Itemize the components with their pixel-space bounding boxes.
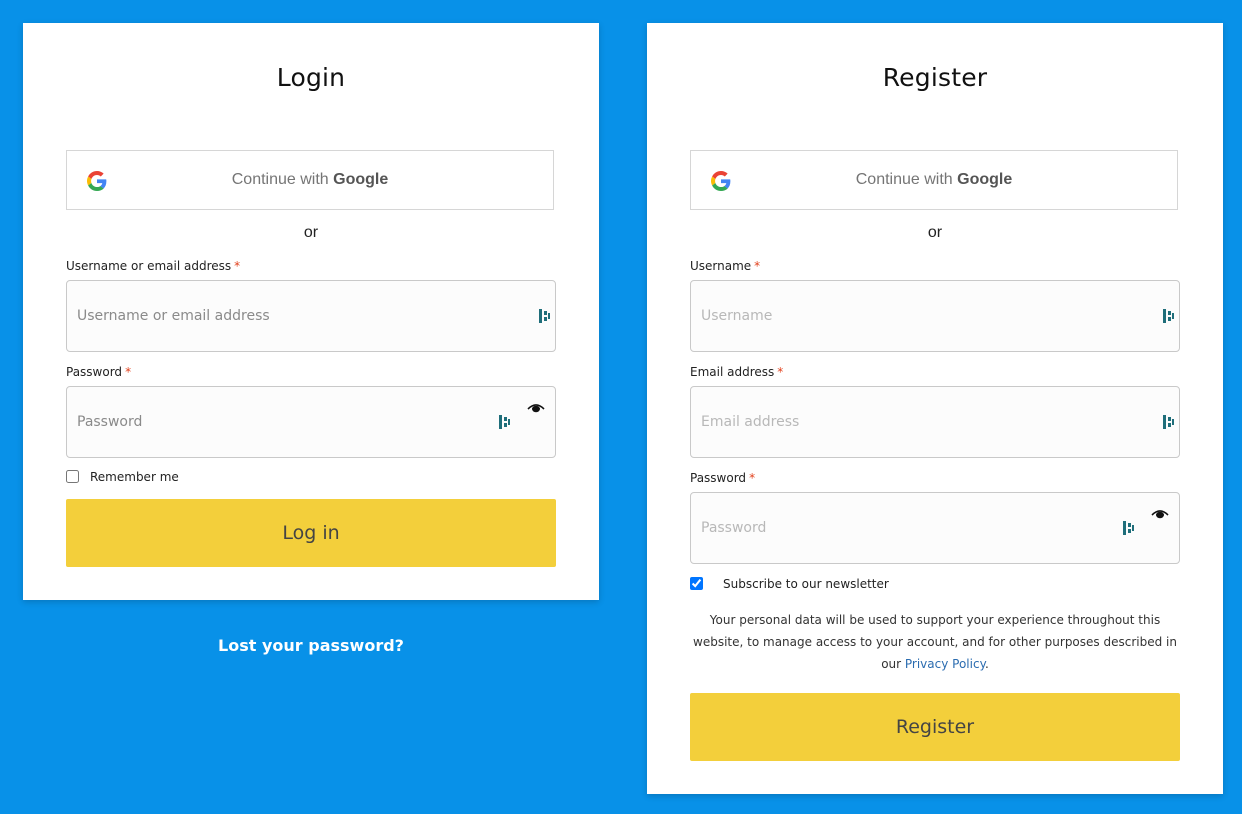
login-card: Login Continue with Google or Username o…: [23, 23, 599, 600]
register-password-input[interactable]: [691, 493, 1179, 563]
register-google-button[interactable]: Continue with Google: [690, 150, 1178, 210]
login-password-input[interactable]: [67, 387, 555, 457]
register-or-divider: or: [927, 224, 943, 241]
register-title: Register: [882, 63, 988, 92]
eye-icon[interactable]: [527, 403, 545, 415]
login-google-button[interactable]: Continue with Google: [66, 150, 554, 210]
keeper-password-manager-icon[interactable]: [539, 309, 551, 323]
login-password-field: [66, 386, 556, 458]
register-card: Register Continue with Google or Usernam…: [647, 23, 1223, 794]
register-password-field: [690, 492, 1180, 564]
login-username-field: [66, 280, 556, 352]
remember-me-checkbox[interactable]: [66, 470, 79, 483]
keeper-password-manager-icon[interactable]: [1123, 521, 1135, 535]
privacy-policy-link[interactable]: Privacy Policy: [905, 657, 985, 671]
login-google-button-label: Continue with Google: [231, 171, 389, 188]
login-username-label: Username or email address *: [66, 259, 241, 273]
privacy-notice: Your personal data will be used to suppo…: [690, 609, 1180, 675]
eye-icon[interactable]: [1151, 509, 1169, 521]
login-title: Login: [276, 63, 346, 92]
register-email-field: [690, 386, 1180, 458]
keeper-password-manager-icon[interactable]: [1163, 309, 1175, 323]
register-username-field: [690, 280, 1180, 352]
keeper-password-manager-icon[interactable]: [499, 415, 511, 429]
required-marker: *: [754, 259, 761, 273]
required-marker: *: [749, 471, 756, 485]
register-google-button-label: Continue with Google: [855, 171, 1013, 188]
register-button[interactable]: Register: [690, 693, 1180, 761]
login-button[interactable]: Log in: [66, 499, 556, 567]
privacy-notice-end: .: [984, 657, 989, 671]
login-username-input[interactable]: [67, 281, 555, 351]
login-or-divider: or: [303, 224, 319, 241]
register-password-label: Password *: [690, 471, 756, 485]
newsletter-label: Subscribe to our newsletter: [723, 577, 889, 591]
keeper-password-manager-icon[interactable]: [1163, 415, 1175, 429]
required-marker: *: [234, 259, 241, 273]
register-username-label: Username *: [690, 259, 761, 273]
newsletter-checkbox[interactable]: [690, 577, 703, 590]
register-email-label: Email address *: [690, 365, 784, 379]
lost-password-link[interactable]: Lost your password?: [23, 636, 599, 655]
register-username-input[interactable]: [691, 281, 1179, 351]
remember-me-label: Remember me: [90, 470, 179, 484]
login-password-label: Password *: [66, 365, 132, 379]
required-marker: *: [125, 365, 132, 379]
register-email-input[interactable]: [691, 387, 1179, 457]
required-marker: *: [777, 365, 784, 379]
